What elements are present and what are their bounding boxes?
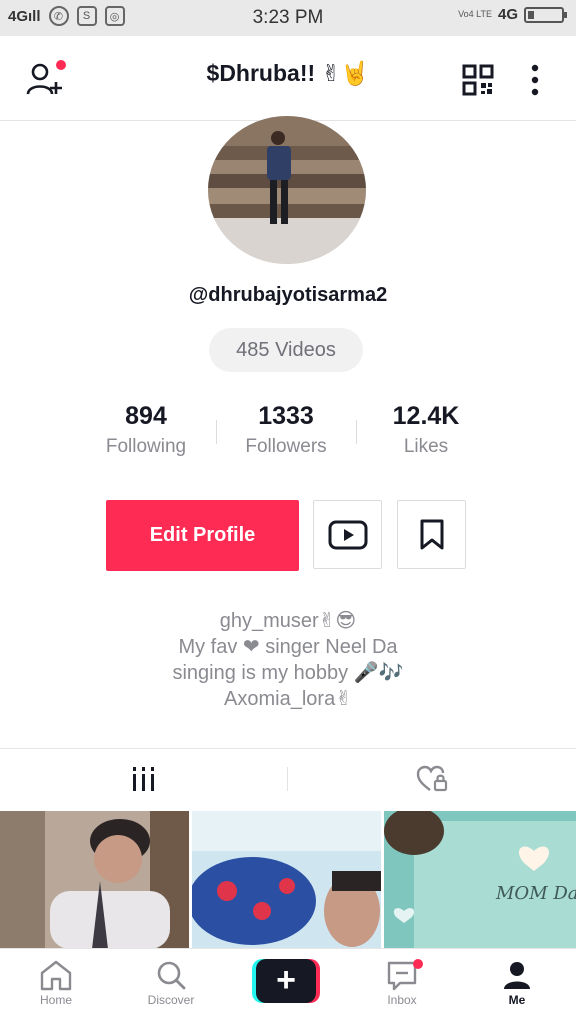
- youtube-icon: [328, 520, 367, 549]
- profile-actions: Edit Profile: [106, 500, 470, 572]
- thumbnail-image: [192, 811, 381, 949]
- stat-value: 12.4K: [392, 402, 460, 430]
- qr-code-button[interactable]: [462, 64, 494, 96]
- stat-label: Likes: [403, 436, 449, 457]
- stat-likes[interactable]: 12.4K Likes: [356, 398, 496, 458]
- inbox-notification-dot: [413, 959, 423, 969]
- more-vertical-icon: [531, 64, 539, 96]
- username: @dhrubajyotisarma2: [188, 284, 388, 306]
- profile-bio: ghy_muser✌😎 My fav ❤ singer Neel Da sing…: [0, 608, 576, 712]
- nav-label: Discover: [147, 993, 195, 1007]
- status-bar: 4Gıll ✆ S ◎ 3:23 PM Vo4 LTE 4G: [0, 0, 576, 36]
- search-icon: [157, 961, 186, 990]
- nav-home[interactable]: Home: [11, 957, 101, 1007]
- bio-line: ghy_muser✌😎: [219, 610, 357, 632]
- bio-line: My fav ❤ singer Neel Da: [178, 636, 398, 658]
- video-grid-icon: [132, 767, 154, 791]
- home-icon: [40, 960, 72, 991]
- profile-header: $Dhruba!! ✌🤘: [0, 36, 576, 121]
- nav-me[interactable]: Me: [472, 957, 562, 1007]
- youtube-link-button[interactable]: [313, 500, 382, 569]
- video-grid: MOM Dad: [0, 811, 576, 949]
- stat-label: Followers: [245, 436, 327, 457]
- avatar[interactable]: [208, 116, 366, 264]
- profile-stats: 894 Following 1333 Followers 12.4K Likes: [76, 398, 500, 468]
- status-right: Vo4 LTE 4G: [458, 6, 567, 23]
- stat-label: Following: [105, 436, 187, 457]
- more-options-button[interactable]: [528, 62, 542, 98]
- stat-value: 894: [125, 402, 167, 430]
- nav-discover[interactable]: Discover: [126, 957, 216, 1007]
- battery-icon: [524, 6, 567, 23]
- avatar-photo: [208, 116, 366, 264]
- network-indicator-right: 4G: [497, 6, 518, 23]
- stat-followers[interactable]: 1333 Followers: [216, 398, 356, 458]
- qr-code-icon: [462, 64, 494, 96]
- thumbnail-image: MOM Dad: [384, 811, 576, 949]
- nav-label: Inbox: [387, 993, 417, 1007]
- heart-lock-icon: [416, 765, 448, 792]
- plus-icon: +: [256, 959, 316, 1003]
- person-icon: [504, 962, 530, 989]
- lte-label: Vo4 LTE: [458, 9, 492, 19]
- video-thumbnail[interactable]: [0, 811, 189, 949]
- video-thumbnail[interactable]: [192, 811, 381, 949]
- nav-inbox[interactable]: Inbox: [357, 957, 447, 1007]
- thumbnail-image: [0, 811, 189, 949]
- content-tabs: [0, 749, 576, 809]
- bio-line: singing is my hobby 🎤🎶: [172, 662, 404, 684]
- tab-videos[interactable]: [0, 749, 287, 809]
- video-thumbnail[interactable]: MOM Dad: [384, 811, 576, 949]
- favorites-button[interactable]: [397, 500, 466, 569]
- create-video-button[interactable]: +: [252, 959, 320, 1003]
- stat-following[interactable]: 894 Following: [76, 398, 216, 458]
- thumbnail-overlay-text: MOM Dad: [495, 883, 576, 904]
- stat-value: 1333: [258, 402, 314, 430]
- tab-liked[interactable]: [288, 749, 576, 809]
- bookmark-icon: [420, 519, 443, 549]
- videos-count-badge: 485 Videos: [209, 328, 363, 372]
- bottom-nav: Home Discover + Inbox Me: [0, 948, 576, 1025]
- nav-label: Home: [39, 993, 72, 1007]
- nav-label: Me: [508, 993, 526, 1007]
- bio-line: Axomia_lora✌: [224, 688, 352, 710]
- edit-profile-button[interactable]: Edit Profile: [106, 500, 299, 571]
